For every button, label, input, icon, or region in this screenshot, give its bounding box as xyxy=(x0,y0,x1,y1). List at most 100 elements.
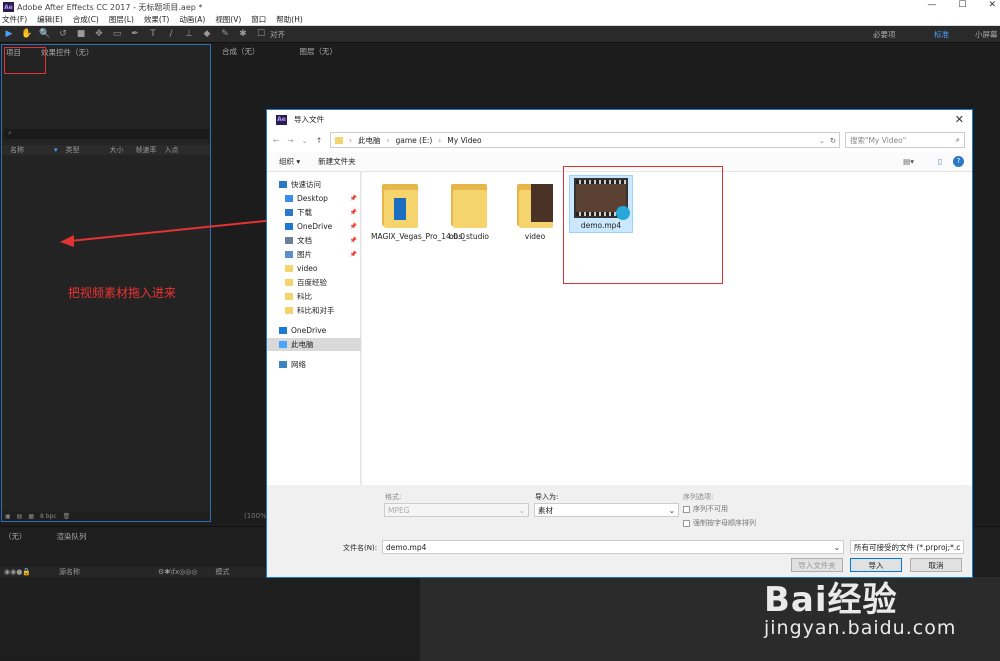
nav-item-label: 下载 xyxy=(297,208,312,217)
new-folder-button[interactable]: 新建文件夹 xyxy=(318,156,356,167)
nav-item[interactable]: 下载 📌 xyxy=(267,206,361,219)
nav-item[interactable]: 此电脑 xyxy=(267,338,361,351)
breadcrumb-pc[interactable]: 此电脑 xyxy=(358,135,381,146)
nav-item[interactable]: OneDrive 📌 xyxy=(267,220,361,233)
nav-item[interactable]: 百度经验 xyxy=(267,276,361,289)
nav-item-label: 文档 xyxy=(297,236,312,245)
file-item[interactable]: MAGIX_Vegas_Pro_14.0.0 xyxy=(371,180,466,241)
alpha-sort-checkbox[interactable]: 强制按字母顺序排列 xyxy=(683,518,756,528)
format-value: MPEG xyxy=(388,505,410,515)
baidu-watermark: Bai经验 jingyan.baidu.com xyxy=(764,572,956,639)
watermark-url: jingyan.baidu.com xyxy=(764,617,957,639)
chevron-down-icon: ⌄ xyxy=(518,505,525,515)
folder-icon xyxy=(285,279,293,286)
pin-icon[interactable]: 📌 xyxy=(350,223,357,230)
filetype-value: 所有可接受的文件 (*.prproj;*.c xyxy=(854,542,961,552)
nav-item-label: video xyxy=(297,264,318,273)
filetype-select[interactable]: 所有可接受的文件 (*.prproj;*.c xyxy=(850,540,964,554)
search-icon[interactable]: ⌕ xyxy=(956,135,960,145)
import-as-value: 素材 xyxy=(538,505,553,515)
import-button[interactable]: 导入 xyxy=(850,558,902,572)
file-item[interactable]: video xyxy=(506,180,564,241)
nav-item-label: 科比和对手 xyxy=(297,306,335,315)
nav-item[interactable]: 网络 xyxy=(267,358,361,371)
star-icon xyxy=(279,181,287,188)
file-name: MAGIX_Vegas_Pro_14.0.0 xyxy=(371,232,466,241)
organize-button[interactable]: 组织 ▾ xyxy=(279,156,300,167)
filename-label: 文件名(N): xyxy=(343,544,378,552)
pin-icon[interactable]: 📌 xyxy=(350,251,357,258)
close-icon[interactable]: ✕ xyxy=(955,113,964,126)
chevron-down-icon[interactable]: ⌄ xyxy=(819,136,825,145)
up-icon[interactable]: ↑ xyxy=(316,136,322,145)
folder-icon xyxy=(285,265,293,272)
help-icon[interactable]: ? xyxy=(953,156,964,167)
annotation-text: 把视频素材拖入进来 xyxy=(68,286,177,300)
refresh-icon[interactable]: ↻ xyxy=(830,136,836,145)
nav-item[interactable]: 文档 📌 xyxy=(267,234,361,247)
format-label: 格式: xyxy=(385,493,402,501)
path-input[interactable]: › 此电脑 › game (E:) › My Video ⌄ ↻ xyxy=(330,132,840,148)
ae-logo-icon: Ae xyxy=(276,114,287,125)
nav-item[interactable]: 快速访问 xyxy=(267,178,361,191)
folder-icon xyxy=(515,180,555,228)
file-name: video xyxy=(524,232,546,241)
view-options-icon[interactable]: ▤▾ xyxy=(903,157,914,166)
breadcrumb-drive[interactable]: game (E:) xyxy=(396,136,433,145)
cloud-icon xyxy=(285,223,293,230)
search-input[interactable]: 搜索"My Video" ⌕ xyxy=(845,132,965,148)
nav-item[interactable]: video xyxy=(267,262,361,275)
back-icon[interactable]: ← xyxy=(273,136,279,145)
nav-item[interactable]: 科比 xyxy=(267,290,361,303)
cloud-icon xyxy=(279,327,287,334)
pin-icon[interactable]: 📌 xyxy=(350,209,357,216)
nav-item-label: 此电脑 xyxy=(291,340,314,349)
forward-icon[interactable]: → xyxy=(287,136,293,145)
dialog-title-bar: Ae 导入文件 ✕ xyxy=(267,110,972,129)
navigation-pane: 快速访问 Desktop 📌 下载 📌 OneDrive 📌 文档 📌 图片 📌 video 百度经验科… xyxy=(267,172,361,485)
nav-item-label: 百度经验 xyxy=(297,278,327,287)
picture-icon xyxy=(285,251,293,258)
pin-icon[interactable]: 📌 xyxy=(350,237,357,244)
nav-item-label: 图片 xyxy=(297,250,312,259)
computer-icon xyxy=(279,341,287,348)
folder-icon xyxy=(285,293,293,300)
file-list: MAGIX_Vegas_Pro_14.0.0 obs_studio video … xyxy=(362,166,972,485)
download-icon xyxy=(285,209,293,216)
file-item[interactable]: obs_studio xyxy=(440,180,498,241)
nav-item-label: 网络 xyxy=(291,360,306,369)
folder-icon xyxy=(449,180,489,228)
folder-icon xyxy=(335,136,343,144)
nav-item[interactable]: 图片 📌 xyxy=(267,248,361,261)
import-as-label: 导入为: xyxy=(535,493,559,501)
nav-item[interactable]: OneDrive xyxy=(267,324,361,337)
import-file-dialog: Ae 导入文件 ✕ ← → ⌄ ↑ › 此电脑 › game (E:) › My… xyxy=(266,109,973,578)
chevron-down-icon: ⌄ xyxy=(668,505,675,515)
document-icon xyxy=(285,237,293,244)
nav-item-label: 科比 xyxy=(297,292,312,301)
filename-input[interactable]: demo.mp4 ⌄ xyxy=(382,540,844,554)
network-icon xyxy=(279,361,287,368)
video-preview-icon xyxy=(531,184,553,222)
desktop-icon xyxy=(285,195,293,202)
search-placeholder: 搜索"My Video" xyxy=(850,135,907,145)
nav-item[interactable]: 科比和对手 xyxy=(267,304,361,317)
format-select: MPEG ⌄ xyxy=(384,503,529,517)
dialog-title: 导入文件 xyxy=(294,115,324,124)
cancel-button[interactable]: 取消 xyxy=(910,558,962,572)
import-as-select[interactable]: 素材 ⌄ xyxy=(534,503,679,517)
highlight-box xyxy=(563,166,723,284)
folder-icon xyxy=(380,180,420,228)
import-folder-button[interactable]: 导入文件夹 xyxy=(791,558,843,572)
nav-item-label: OneDrive xyxy=(291,326,327,335)
preview-pane-icon[interactable]: ▯ xyxy=(938,157,942,166)
breadcrumb-folder[interactable]: My Video xyxy=(447,136,481,145)
dialog-options: 格式: MPEG ⌄ 导入为: 素材 ⌄ 序列选项: 序列不可用 强制按字母顺序… xyxy=(267,485,972,577)
folder-icon xyxy=(285,307,293,314)
filename-value: demo.mp4 xyxy=(386,542,427,552)
dropdown-icon[interactable]: ⌄ xyxy=(302,136,308,145)
chevron-down-icon[interactable]: ⌄ xyxy=(834,543,840,552)
nav-item[interactable]: Desktop 📌 xyxy=(267,192,361,205)
pin-icon[interactable]: 📌 xyxy=(350,195,357,202)
nav-item-label: Desktop xyxy=(297,194,328,203)
